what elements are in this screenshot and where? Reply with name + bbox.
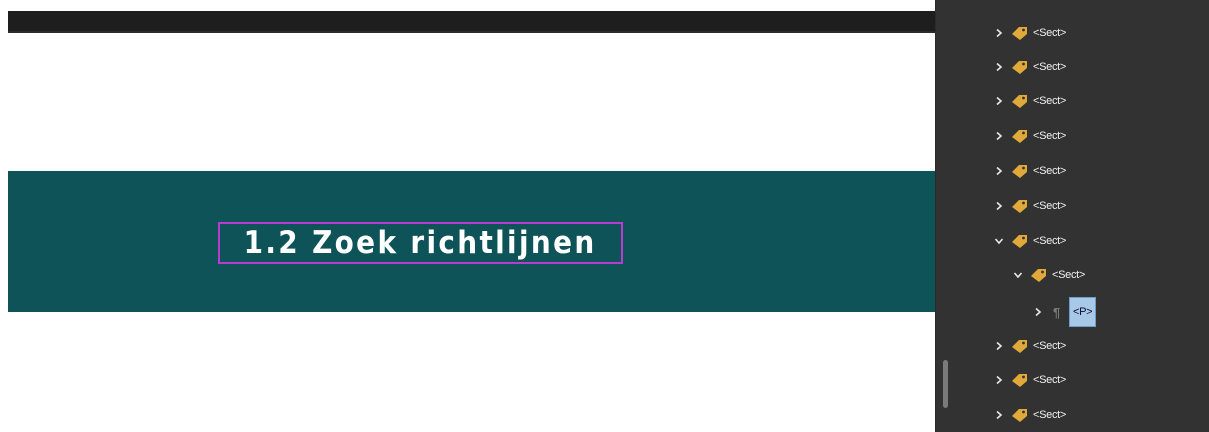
- tag-tree-row[interactable]: <Sect>: [992, 21, 1066, 45]
- tag-icon: [1011, 337, 1031, 355]
- tag-icon: [1011, 232, 1031, 250]
- tag-icon: [1011, 127, 1031, 145]
- tag-tree-row[interactable]: <Sect>: [992, 159, 1066, 183]
- chevron-down-icon[interactable]: [1011, 268, 1025, 282]
- chevron-right-icon[interactable]: [992, 408, 1006, 422]
- chevron-right-icon[interactable]: [992, 199, 1006, 213]
- tag-label[interactable]: <P>: [1069, 297, 1097, 327]
- chevron-right-icon[interactable]: [992, 129, 1006, 143]
- chevron-right-icon[interactable]: [992, 373, 1006, 387]
- tag-label: <Sect>: [1033, 374, 1067, 386]
- tag-label: <Sect>: [1033, 200, 1067, 212]
- tag-tree-row[interactable]: <Sect>: [992, 194, 1066, 218]
- page-header-divider: [8, 31, 935, 33]
- chevron-right-icon[interactable]: [992, 339, 1006, 353]
- chevron-right-icon[interactable]: [992, 94, 1006, 108]
- page-header-bar: [8, 11, 935, 31]
- paragraph-icon: ¶: [1053, 304, 1061, 320]
- page-heading: 1.2 Zoek richtlijnen: [244, 225, 597, 261]
- tag-tree-row-selected[interactable]: ¶ <P>: [1031, 297, 1097, 327]
- tag-label: <Sect>: [1033, 235, 1067, 247]
- heading-selection-box[interactable]: 1.2 Zoek richtlijnen: [218, 222, 623, 264]
- tag-label: <Sect>: [1033, 340, 1067, 352]
- tag-label: <Sect>: [1052, 269, 1086, 281]
- tag-label: <Sect>: [1033, 409, 1067, 421]
- chevron-right-icon[interactable]: [1031, 305, 1045, 319]
- tag-tree-row[interactable]: <Sect>: [992, 368, 1066, 392]
- tag-tree-row[interactable]: <Sect>: [992, 89, 1066, 113]
- tag-label: <Sect>: [1033, 95, 1067, 107]
- chevron-right-icon[interactable]: [992, 164, 1006, 178]
- tag-tree-row[interactable]: <Sect>: [1011, 263, 1085, 287]
- tag-icon: [1011, 406, 1031, 424]
- tag-icon: [1011, 197, 1031, 215]
- tag-icon: [1011, 92, 1031, 110]
- tag-tree-row[interactable]: <Sect>: [992, 229, 1066, 253]
- chevron-right-icon[interactable]: [992, 26, 1006, 40]
- chevron-right-icon[interactable]: [992, 60, 1006, 74]
- tag-tree-row[interactable]: <Sect>: [992, 124, 1066, 148]
- tag-label: <Sect>: [1033, 130, 1067, 142]
- tag-icon: [1011, 371, 1031, 389]
- tags-panel: <Sect> <Sect> <Sect> <Sect> <Sect> <Sect…: [935, 0, 1209, 432]
- tag-icon: [1011, 162, 1031, 180]
- tag-label: <Sect>: [1033, 165, 1067, 177]
- tag-tree-row[interactable]: <Sect>: [992, 403, 1066, 427]
- tag-label: <Sect>: [1033, 27, 1067, 39]
- panel-scrollbar[interactable]: [943, 360, 948, 408]
- chevron-down-icon[interactable]: [992, 234, 1006, 248]
- tag-icon: [1011, 58, 1031, 76]
- tag-label: <Sect>: [1033, 61, 1067, 73]
- tag-tree-row[interactable]: <Sect>: [992, 55, 1066, 79]
- document-view: 1.2 Zoek richtlijnen: [0, 0, 935, 432]
- tag-tree-row[interactable]: <Sect>: [992, 334, 1066, 358]
- tag-icon: [1030, 266, 1050, 284]
- tag-icon: [1011, 24, 1031, 42]
